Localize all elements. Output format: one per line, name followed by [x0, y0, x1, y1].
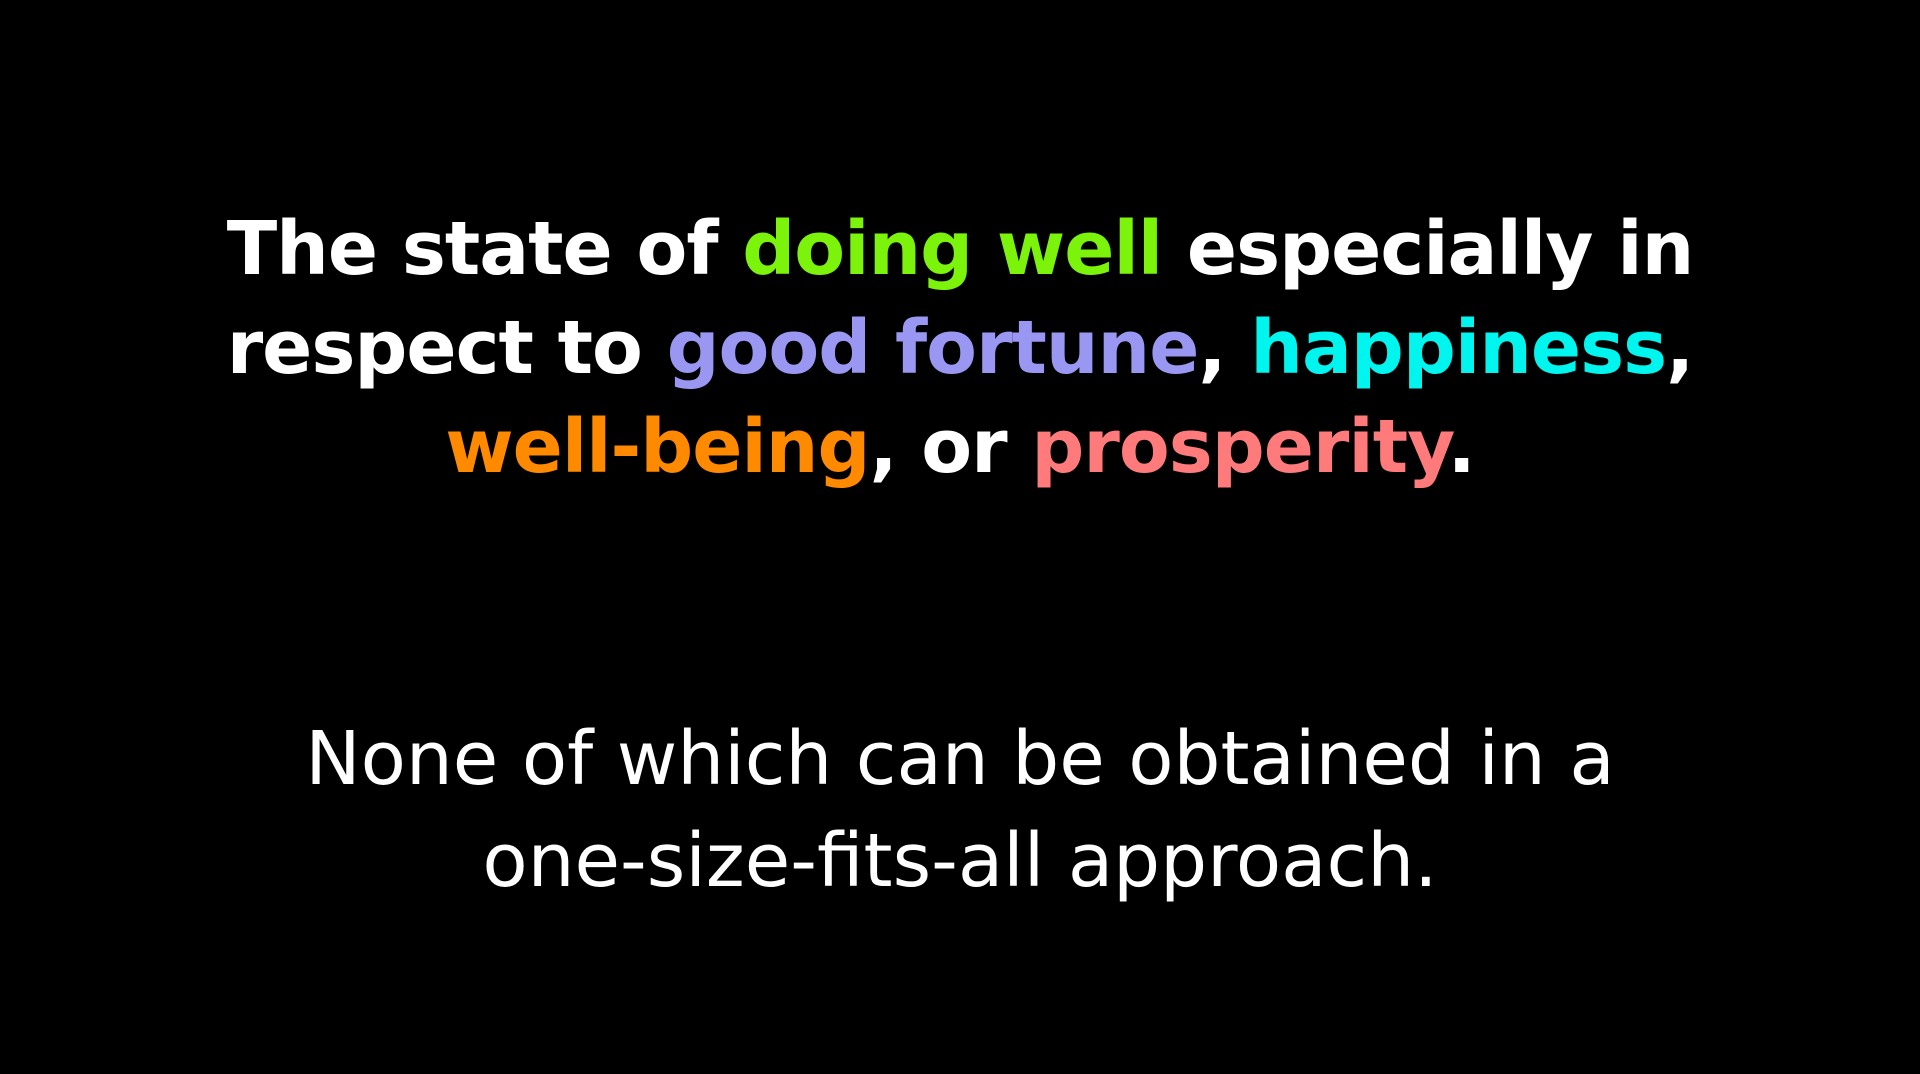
definition-line-3: well-being, or prosperity. — [0, 398, 1920, 497]
highlight-well-being: well-being — [445, 404, 870, 490]
highlight-good-fortune: good fortune — [666, 305, 1200, 391]
definition-line-1: The state of doing well especially in — [0, 200, 1920, 299]
definition-text-segment: respect to — [226, 305, 667, 391]
definition-text-segment: especially in — [1162, 206, 1694, 292]
definition-text-segment: , — [1198, 305, 1251, 391]
definition-text-segment: , or — [869, 404, 1032, 490]
highlight-prosperity: prosperity — [1031, 404, 1448, 490]
definition-text-segment: , — [1666, 305, 1694, 391]
conclusion-line-2: one-size-fits-all approach. — [482, 818, 1438, 904]
conclusion-line-1: None of which can be obtained in a — [305, 716, 1615, 802]
highlight-doing-well: doing well — [742, 206, 1163, 292]
highlight-happiness: happiness — [1250, 305, 1667, 391]
definition-text-segment: The state of — [226, 206, 743, 292]
slide: The state of doing well especially in re… — [0, 0, 1920, 1074]
definition-text: The state of doing well especially in re… — [0, 200, 1920, 497]
definition-text-segment: . — [1447, 404, 1476, 490]
definition-line-2: respect to good fortune, happiness, — [0, 299, 1920, 398]
conclusion-text: None of which can be obtained in a one-s… — [0, 708, 1920, 912]
